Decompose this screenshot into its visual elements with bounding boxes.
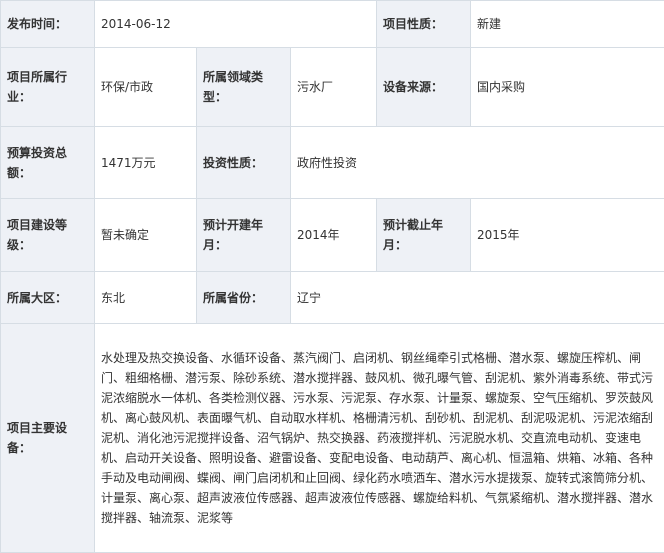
industry-label: 项目所属行业：: [1, 48, 95, 127]
province-value: 辽宁: [291, 272, 664, 324]
planned-start-label: 预计开建年月：: [197, 199, 291, 272]
construction-level-value: 暂未确定: [95, 199, 197, 272]
planned-start-value: 2014年: [291, 199, 377, 272]
planned-end-label: 预计截止年月：: [377, 199, 471, 272]
industry-value: 环保/市政: [95, 48, 197, 127]
row-construction: 项目建设等级： 暂未确定 预计开建年月： 2014年 预计截止年月： 2015年: [1, 199, 664, 272]
project-info-table: 发布时间： 2014-06-12 项目性质： 新建 项目所属行业： 环保/市政 …: [0, 0, 664, 553]
construction-level-label: 项目建设等级：: [1, 199, 95, 272]
province-label: 所属省份：: [197, 272, 291, 324]
investment-nature-value: 政府性投资: [291, 127, 664, 199]
publish-time-label: 发布时间：: [1, 1, 95, 48]
equipment-source-label: 设备来源：: [377, 48, 471, 127]
planned-end-value: 2015年: [471, 199, 664, 272]
investment-nature-label: 投资性质：: [197, 127, 291, 199]
project-nature-label: 项目性质：: [377, 1, 471, 48]
budget-label: 预算投资总额：: [1, 127, 95, 199]
row-industry: 项目所属行业： 环保/市政 所属领域类型： 污水厂 设备来源： 国内采购: [1, 48, 664, 127]
publish-time-value: 2014-06-12: [95, 1, 377, 48]
region-label: 所属大区：: [1, 272, 95, 324]
row-region: 所属大区： 东北 所属省份： 辽宁: [1, 272, 664, 324]
row-main-equipment: 项目主要设备： 水处理及热交换设备、水循环设备、蒸汽阀门、启闭机、钢丝绳牵引式格…: [1, 324, 664, 553]
project-nature-value: 新建: [471, 1, 664, 48]
main-equipment-value: 水处理及热交换设备、水循环设备、蒸汽阀门、启闭机、钢丝绳牵引式格栅、潜水泵、螺旋…: [95, 324, 664, 553]
equipment-source-value: 国内采购: [471, 48, 664, 127]
domain-type-value: 污水厂: [291, 48, 377, 127]
main-equipment-label: 项目主要设备：: [1, 324, 95, 553]
budget-value: 1471万元: [95, 127, 197, 199]
domain-type-label: 所属领域类型：: [197, 48, 291, 127]
row-publish-time: 发布时间： 2014-06-12 项目性质： 新建: [1, 1, 664, 48]
row-budget: 预算投资总额： 1471万元 投资性质： 政府性投资: [1, 127, 664, 199]
region-value: 东北: [95, 272, 197, 324]
